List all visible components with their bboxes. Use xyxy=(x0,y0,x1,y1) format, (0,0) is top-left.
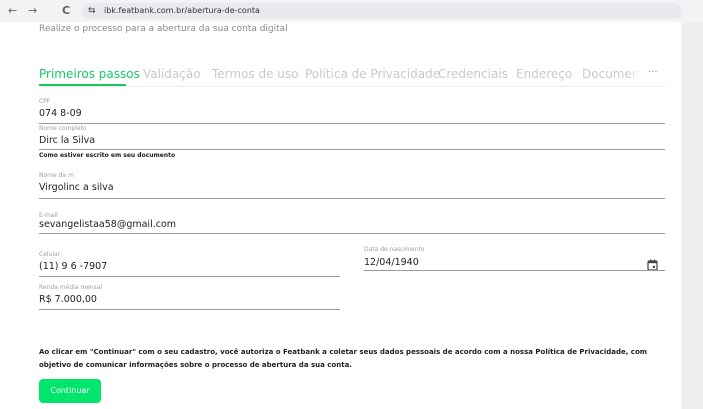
celular-label: Celular xyxy=(39,251,61,258)
page-subtitle: Realize o processo para a abertura da su… xyxy=(39,24,288,34)
email-underline xyxy=(39,233,665,234)
nome-completo-field[interactable]: Dirc la Silva xyxy=(39,135,95,147)
renda-underline xyxy=(39,309,340,310)
data-nascimento-underline xyxy=(364,270,665,271)
address-bar[interactable]: ⇆ ibk.featbank.com.br/abertura-de-conta xyxy=(82,3,682,19)
celular-field[interactable]: (11) 9 6 -7907 xyxy=(39,261,107,273)
data-nascimento-label: Data de nascimento xyxy=(364,246,425,253)
tab-primeiros-passos[interactable]: Primeiros passos xyxy=(39,66,140,82)
reload-icon[interactable]: C xyxy=(62,3,70,19)
continue-button[interactable]: Continuar xyxy=(39,379,101,403)
page-content: Realize o processo para a abertura da su… xyxy=(0,22,703,409)
nome-mae-label: Nome da m xyxy=(39,172,74,179)
site-settings-icon[interactable]: ⇆ xyxy=(88,6,96,16)
more-tabs-icon[interactable]: ··· xyxy=(648,66,658,80)
tab-politica-de-privacidade[interactable]: Política de Privacidade xyxy=(305,66,440,82)
renda-label: Renda média mensal xyxy=(39,284,103,291)
url-text[interactable]: ibk.featbank.com.br/abertura-de-conta xyxy=(104,5,260,17)
nome-completo-helper: Como estiver escrito em seu documento xyxy=(39,152,176,159)
renda-field[interactable]: R$ 7.000,00 xyxy=(39,294,97,306)
forward-icon[interactable]: → xyxy=(28,3,37,19)
cpf-label: CPF xyxy=(39,98,51,105)
consent-text: Ao clicar em "Continuar" com o seu cadas… xyxy=(39,348,648,369)
tab-termos-de-uso[interactable]: Termos de uso xyxy=(212,66,299,82)
tabs-divider xyxy=(40,86,665,87)
page-gutter xyxy=(681,22,703,409)
back-icon[interactable]: ← xyxy=(8,3,17,19)
nome-mae-field[interactable]: Virgolinc a silva xyxy=(39,182,114,194)
browser-toolbar: ← → C ⇆ ibk.featbank.com.br/abertura-de-… xyxy=(0,0,703,22)
cpf-field[interactable]: 074 8-09 xyxy=(39,108,82,120)
tab-credenciais[interactable]: Credenciais xyxy=(438,66,508,82)
tab-fade xyxy=(628,62,640,84)
nome-mae-underline xyxy=(39,198,665,199)
calendar-icon[interactable] xyxy=(647,256,658,275)
nome-completo-underline xyxy=(39,149,665,150)
cpf-underline xyxy=(39,123,665,124)
tab-endereco[interactable]: Endereço xyxy=(516,66,572,82)
data-nascimento-field[interactable]: 12/04/1940 xyxy=(364,257,419,269)
tab-validacao[interactable]: Validação xyxy=(143,66,201,82)
nome-completo-label: Nome completo xyxy=(39,125,87,132)
email-field[interactable]: sevangelistaa58@gmail.com xyxy=(39,219,176,231)
celular-underline xyxy=(39,276,340,277)
